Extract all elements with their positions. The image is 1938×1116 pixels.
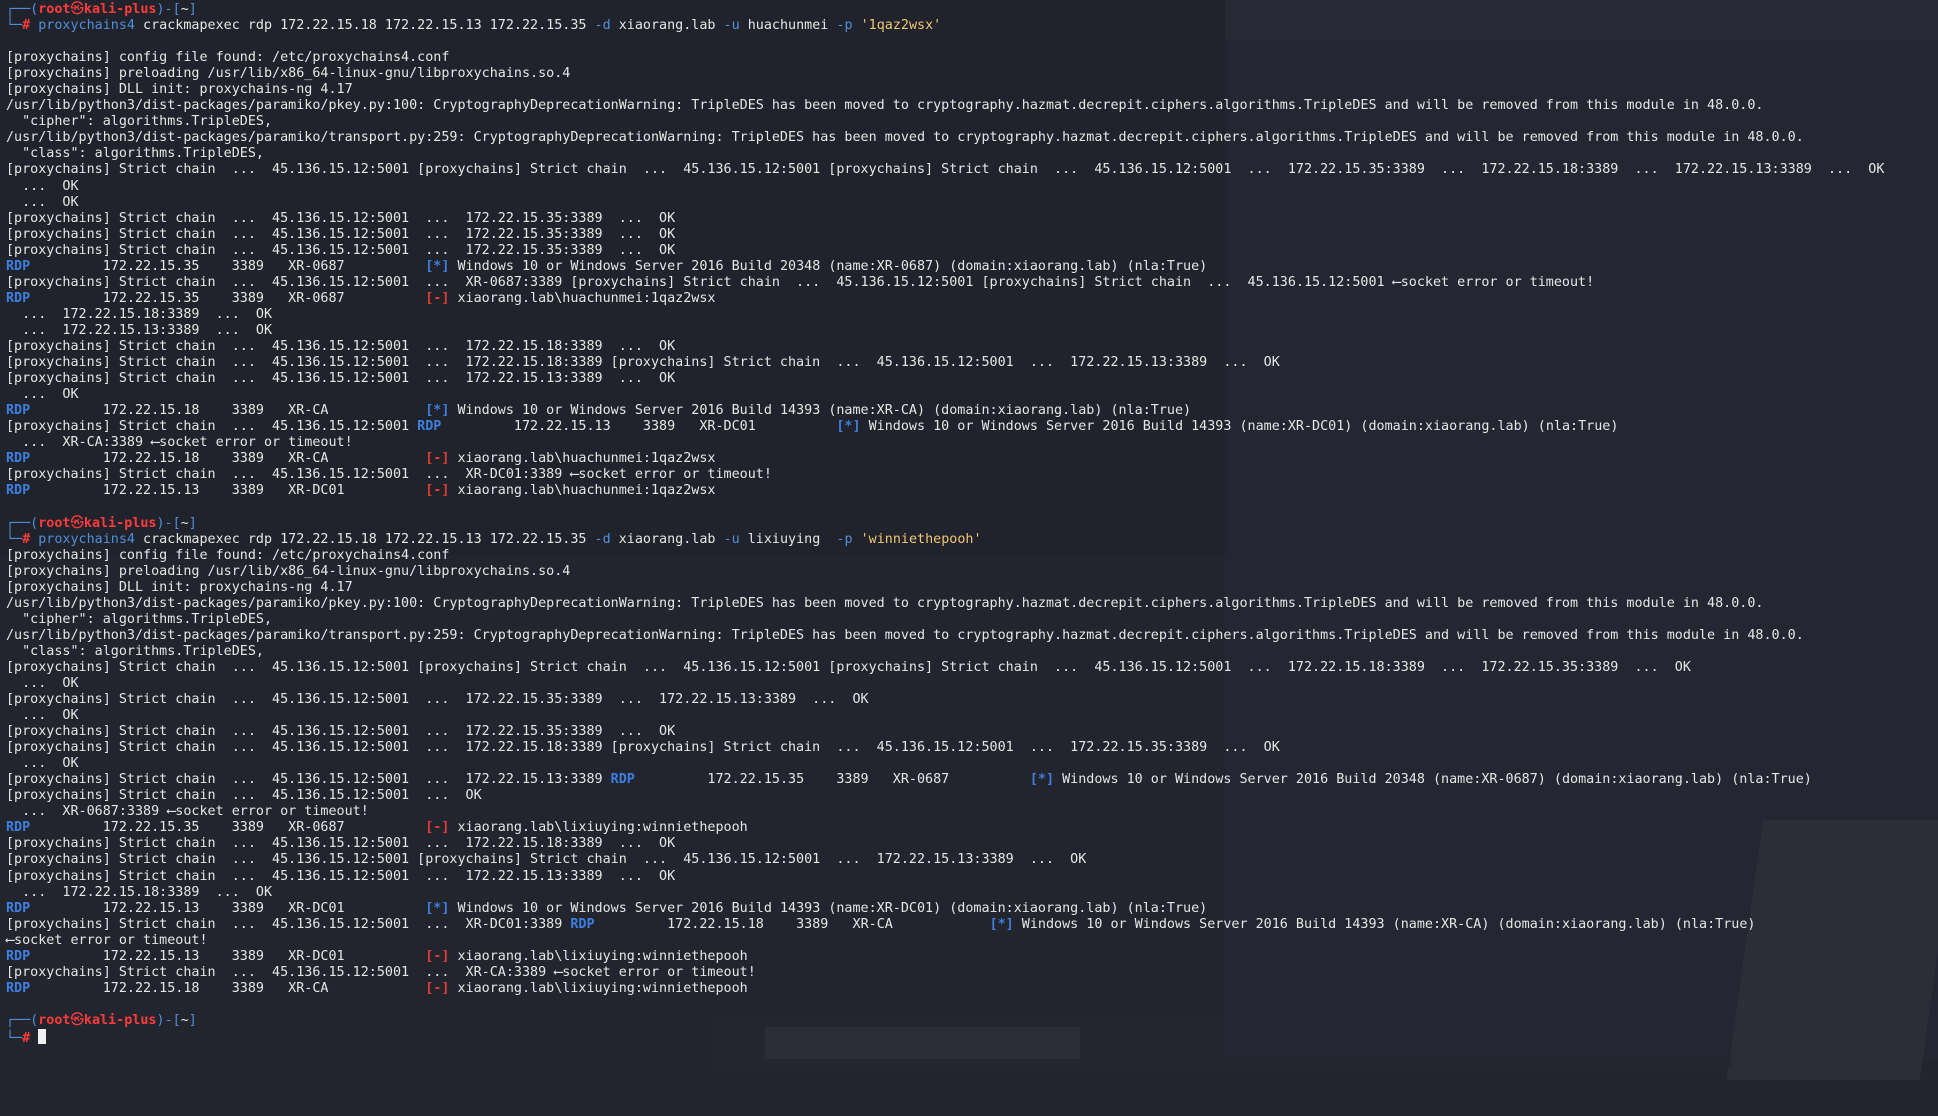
output-line: [proxychains] DLL init: proxychains-ng 4… — [6, 82, 353, 98]
rdp-result-line: RDP 172.22.15.18 3389 XR-CA [-] xiaorang… — [6, 451, 716, 467]
output-line: [proxychains] Strict chain ... 45.136.15… — [6, 162, 1885, 178]
output-line: "class": algorithms.TripleDES, — [6, 146, 264, 162]
command-input[interactable]: └─# — [6, 1029, 1938, 1046]
output-line: ... XR-CA:3389 ⟵socket error or timeout! — [6, 435, 353, 451]
rdp-result-line: RDP 172.22.15.35 3389 XR-0687 [*] Window… — [6, 258, 1208, 274]
rdp-result-line: [proxychains] Strict chain ... 45.136.15… — [6, 916, 1756, 932]
output-line: ... OK — [6, 756, 79, 772]
rdp-result-line: RDP 172.22.15.18 3389 XR-CA [*] Windows … — [6, 403, 1192, 419]
rdp-result-line: RDP 172.22.15.13 3389 XR-DC01 [*] Window… — [6, 900, 1208, 916]
output-line: ... OK — [6, 675, 79, 691]
output-line: [proxychains] Strict chain ... 45.136.15… — [6, 355, 1280, 371]
output-line: [proxychains] config file found: /etc/pr… — [6, 547, 450, 563]
output-line: [proxychains] Strict chain ... 45.136.15… — [6, 964, 756, 980]
output-line: [proxychains] Strict chain ... 45.136.15… — [6, 226, 676, 242]
output-line: [proxychains] Strict chain ... 45.136.15… — [6, 338, 676, 354]
output-line: [proxychains] Strict chain ... 45.136.15… — [6, 692, 869, 708]
output-line: [proxychains] Strict chain ... 45.136.15… — [6, 852, 1087, 868]
rdp-result-line: [proxychains] Strict chain ... 45.136.15… — [6, 772, 1812, 788]
output-line: ... 172.22.15.18:3389 ... OK — [6, 306, 273, 322]
output-line: [proxychains] DLL init: proxychains-ng 4… — [6, 579, 353, 595]
rdp-result-line: RDP 172.22.15.35 3389 XR-0687 [-] xiaora… — [6, 290, 716, 306]
output-line: ... 172.22.15.18:3389 ... OK — [6, 884, 273, 900]
prompt-line: ┌──(root㉿kali-plus)-[~] — [6, 2, 197, 17]
output-line: [proxychains] Strict chain ... 45.136.15… — [6, 836, 676, 852]
output-line: [proxychains] preloading /usr/lib/x86_64… — [6, 66, 571, 82]
output-line: [proxychains] Strict chain ... 45.136.15… — [6, 659, 1691, 675]
rdp-result-line: RDP 172.22.15.13 3389 XR-DC01 [-] xiaora… — [6, 948, 748, 964]
output-line: /usr/lib/python3/dist-packages/paramiko/… — [6, 595, 1764, 611]
output-line: [proxychains] Strict chain ... 45.136.15… — [6, 242, 676, 258]
rdp-result-line: RDP 172.22.15.35 3389 XR-0687 [-] xiaora… — [6, 820, 748, 836]
output-line: ... OK — [6, 178, 79, 194]
terminal-output[interactable]: ┌──(root㉿kali-plus)-[~] └─# proxychains4… — [0, 0, 1938, 1116]
output-line: "cipher": algorithms.TripleDES, — [6, 611, 273, 627]
prompt-line: ┌──(root㉿kali-plus)-[~] — [6, 1012, 197, 1028]
command-line: └─# proxychains4 crackmapexec rdp 172.22… — [6, 531, 982, 547]
rdp-result-line: RDP 172.22.15.13 3389 XR-DC01 [-] xiaora… — [6, 483, 716, 499]
output-line: /usr/lib/python3/dist-packages/paramiko/… — [6, 130, 1804, 146]
output-line: ... OK — [6, 708, 79, 724]
output-line: ... XR-0687:3389 ⟵socket error or timeou… — [6, 804, 369, 820]
output-line: ⟵socket error or timeout! — [6, 932, 208, 948]
output-line: /usr/lib/python3/dist-packages/paramiko/… — [6, 98, 1764, 114]
text-cursor — [38, 1029, 47, 1044]
output-line: [proxychains] Strict chain ... 45.136.15… — [6, 724, 676, 740]
output-line: "class": algorithms.TripleDES, — [6, 643, 264, 659]
output-line: [proxychains] preloading /usr/lib/x86_64… — [6, 563, 571, 579]
output-line: [proxychains] Strict chain ... 45.136.15… — [6, 274, 1595, 290]
rdp-result-line: RDP 172.22.15.18 3389 XR-CA [-] xiaorang… — [6, 980, 748, 996]
output-line: ... OK — [6, 194, 79, 210]
rdp-result-line: [proxychains] Strict chain ... 45.136.15… — [6, 419, 1619, 435]
output-line: ... 172.22.15.13:3389 ... OK — [6, 322, 273, 338]
output-line: ... OK — [6, 387, 79, 403]
command-line: └─# proxychains4 crackmapexec rdp 172.22… — [6, 18, 942, 34]
prompt-line: ┌──(root㉿kali-plus)-[~] — [6, 515, 197, 531]
output-line: /usr/lib/python3/dist-packages/paramiko/… — [6, 627, 1804, 643]
output-line: [proxychains] Strict chain ... 45.136.15… — [6, 371, 676, 387]
output-line: [proxychains] Strict chain ... 45.136.15… — [6, 788, 482, 804]
output-line: [proxychains] Strict chain ... 45.136.15… — [6, 467, 772, 483]
output-line: [proxychains] config file found: /etc/pr… — [6, 50, 450, 66]
output-line: [proxychains] Strict chain ... 45.136.15… — [6, 740, 1280, 756]
output-line: [proxychains] Strict chain ... 45.136.15… — [6, 868, 676, 884]
output-line: [proxychains] Strict chain ... 45.136.15… — [6, 210, 676, 226]
output-line: "cipher": algorithms.TripleDES, — [6, 114, 273, 130]
